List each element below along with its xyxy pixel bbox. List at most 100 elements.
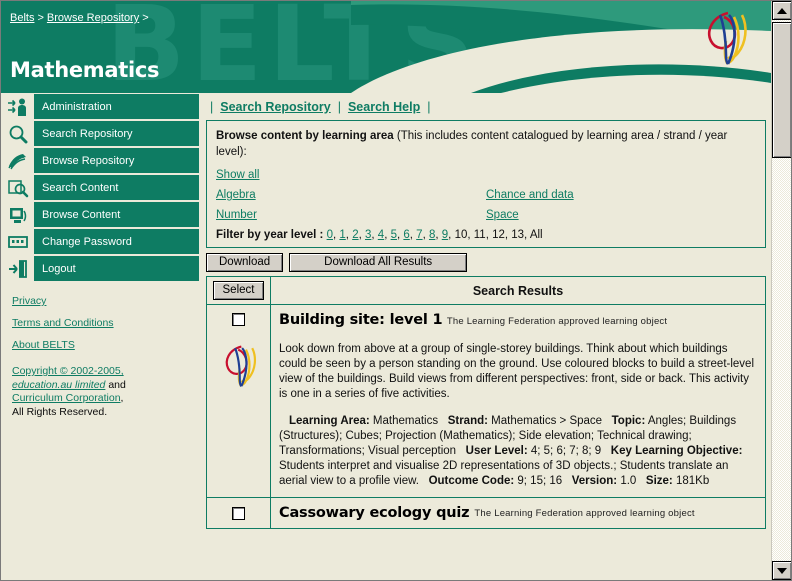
sidebar-item-label: Browse Content <box>34 202 199 227</box>
table-row: Building site: level 1 The Learning Fede… <box>207 305 765 498</box>
learning-area-links: Show all Algebra Chance and data Number <box>216 169 756 221</box>
magnifier-icon <box>1 121 34 146</box>
learning-area-col-right <box>486 169 756 181</box>
chevron-up-icon <box>777 7 787 14</box>
page-search-icon <box>1 175 34 200</box>
metadata-key: Version: <box>571 475 618 487</box>
sidebar-nav: Administration Search Repository Browse … <box>1 94 199 281</box>
tab-divider-right: | <box>427 100 431 114</box>
metadata-key: Topic: <box>611 415 646 427</box>
copyright-link-curriculum-corporation[interactable]: Curriculum Corporation <box>12 392 121 404</box>
sidebar-item-search-content[interactable]: Search Content <box>1 175 199 200</box>
admin-user-icon <box>1 94 34 119</box>
result-title[interactable]: Cassowary ecology quiz <box>279 505 470 521</box>
scrollbar-thumb[interactable] <box>772 22 792 158</box>
sidebar-item-label: Search Repository <box>34 121 199 146</box>
table-row: Cassowary ecology quiz The Learning Fede… <box>207 498 765 529</box>
result-subtitle: The Learning Federation approved learnin… <box>446 316 668 327</box>
metadata-key: Learning Area: <box>289 415 370 427</box>
result-body: Building site: level 1 The Learning Fede… <box>271 305 765 497</box>
search-results-table: Select Search Results Building site: lev… <box>206 276 766 529</box>
sidebar-item-label: Browse Repository <box>34 148 199 173</box>
year-level-links: 0, 1, 2, 3, 4, 5, 6, 7, 8, 9, 10, 11, 12… <box>327 229 543 241</box>
sidebar-item-search-repository[interactable]: Search Repository <box>1 121 199 146</box>
link-area-number[interactable]: Number <box>216 209 257 221</box>
download-all-results-button[interactable]: Download All Results <box>289 253 468 272</box>
learning-area-row-1: Algebra Chance and data <box>216 189 756 201</box>
link-area-algebra[interactable]: Algebra <box>216 189 256 201</box>
sidebar-item-change-password[interactable]: Change Password <box>1 229 199 254</box>
copyright-line-1[interactable]: Copyright © 2002-2005, <box>12 365 124 377</box>
sidebar-footer-links: Privacy Terms and Conditions About BELTS <box>1 295 199 351</box>
select-button[interactable]: Select <box>212 281 265 300</box>
copyright-link-education-au[interactable]: education.au limited <box>12 379 105 391</box>
year-level-filter: Filter by year level : 0, 1, 2, 3, 4, 5,… <box>216 229 756 241</box>
result-checkbox[interactable] <box>232 506 245 520</box>
metadata-key: Outcome Code: <box>428 475 515 487</box>
tab-search-repository[interactable]: Search Repository <box>220 100 330 114</box>
scroll-down-button[interactable] <box>772 561 792 580</box>
year-level-filter-label: Filter by year level : <box>216 229 327 241</box>
content-tabs: | Search Repository | Search Help | <box>201 94 771 120</box>
tab-search-help[interactable]: Search Help <box>348 100 420 114</box>
breadcrumb-separator-2: > <box>142 12 149 24</box>
sidebar: Administration Search Repository Browse … <box>1 94 199 580</box>
result-description: Look down from above at a group of singl… <box>279 343 754 400</box>
sidebar-item-browse-repository[interactable]: Browse Repository <box>1 148 199 173</box>
scroll-up-button[interactable] <box>772 1 792 20</box>
download-button[interactable]: Download <box>206 253 284 272</box>
page-title: Mathematics <box>10 58 160 82</box>
learning-area-row-2: Number Space <box>216 209 756 221</box>
sidebar-item-label: Logout <box>34 256 199 281</box>
sidebar-item-logout[interactable]: Logout <box>1 256 199 281</box>
metadata-key: Strand: <box>447 415 488 427</box>
result-checkbox[interactable] <box>232 313 245 326</box>
copyright-line-4: All Rights Reserved. <box>12 405 108 418</box>
copyright-line-3-tail: , <box>120 392 124 404</box>
result-select-cell <box>207 305 271 497</box>
learning-area-col-left: Number <box>216 209 486 221</box>
metadata-value: 181Kb <box>672 475 716 487</box>
sidebar-item-administration[interactable]: Administration <box>1 94 199 119</box>
link-show-all[interactable]: Show all <box>216 169 259 181</box>
breadcrumb-separator-1: > <box>37 12 44 24</box>
sidebar-item-label: Search Content <box>34 175 199 200</box>
browse-panel-intro: Browse content by learning area (This in… <box>216 128 756 160</box>
year-level-text-13: 13, <box>511 229 530 241</box>
vertical-scrollbar[interactable] <box>771 1 792 580</box>
breadcrumb: Belts > Browse Repository > <box>10 12 152 24</box>
learning-area-col-right: Space <box>486 209 756 221</box>
result-metadata: Learning Area: Mathematics Strand: Mathe… <box>279 414 757 489</box>
metadata-key: User Level: <box>465 445 528 457</box>
select-button-cell: Select <box>207 277 271 304</box>
metadata-value: 4; 5; 6; 7; 8; 9 <box>527 445 611 457</box>
breadcrumb-item-browse-repository[interactable]: Browse Repository <box>47 12 139 24</box>
browse-panel-heading: Browse content by learning area <box>216 130 394 142</box>
breadcrumb-item-belts[interactable]: Belts <box>10 12 34 24</box>
link-area-chance-and-data[interactable]: Chance and data <box>486 189 574 201</box>
year-level-text-12: 12, <box>492 229 512 241</box>
learning-area-row-showall: Show all <box>216 169 756 181</box>
link-area-space[interactable]: Space <box>486 209 519 221</box>
metadata-value: 9; 15; 16 <box>514 475 572 487</box>
link-privacy[interactable]: Privacy <box>12 295 199 307</box>
result-subtitle: The Learning Federation approved learnin… <box>474 507 695 519</box>
learning-area-col-right: Chance and data <box>486 189 756 201</box>
metadata-key: Size: <box>645 475 673 487</box>
result-title[interactable]: Building site: level 1 <box>279 312 443 328</box>
metadata-value: Mathematics > Space <box>487 415 612 427</box>
belts-browse-repository-page: BELTS Belts > Browse Repository > Mathemati… <box>0 0 792 581</box>
results-header-label: Search Results <box>472 283 564 298</box>
pages-stack-icon <box>1 148 34 173</box>
browse-panel: Browse content by learning area (This in… <box>206 120 766 248</box>
link-terms-and-conditions[interactable]: Terms and Conditions <box>12 317 199 329</box>
main-content: | Search Repository | Search Help | Brow… <box>201 94 771 581</box>
keypad-icon <box>1 229 34 254</box>
tab-divider-left: | <box>210 100 214 114</box>
copyright-line-2-tail: and <box>105 378 126 391</box>
learning-area-col-left: Algebra <box>216 189 486 201</box>
link-about-belts[interactable]: About BELTS <box>12 339 199 351</box>
sidebar-item-browse-content[interactable]: Browse Content <box>1 202 199 227</box>
year-level-text-10: 10, <box>454 229 474 241</box>
metadata-key: Key Learning Objective: <box>610 445 743 457</box>
